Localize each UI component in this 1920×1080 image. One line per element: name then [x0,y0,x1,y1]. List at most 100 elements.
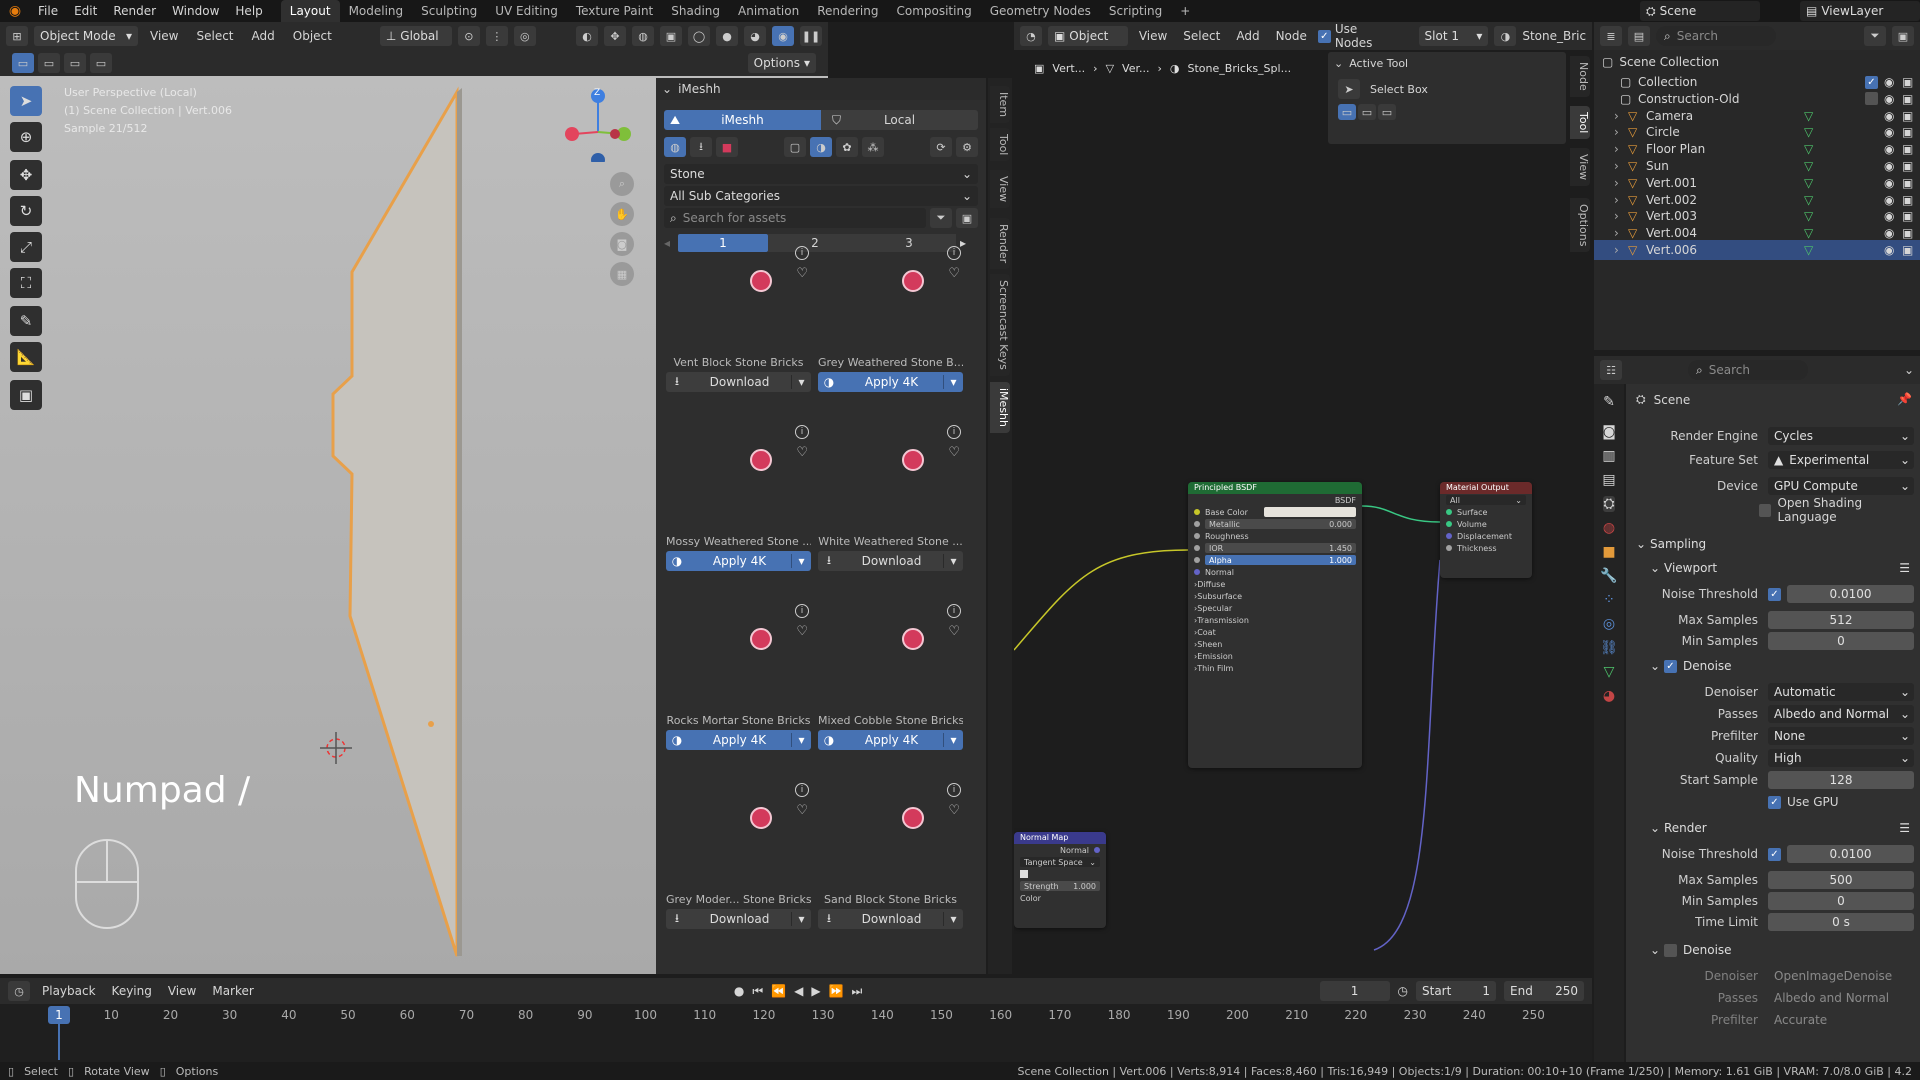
material-filter-icon[interactable]: ◑ [810,137,832,157]
menu-edit[interactable]: Edit [66,0,105,22]
workspace-tab-compositing[interactable]: Compositing [887,0,980,22]
workspace-tab-scripting[interactable]: Scripting [1100,0,1171,22]
socket-icon[interactable] [1194,569,1200,575]
expand-chevron-icon[interactable]: › [1614,142,1628,156]
material-output-header[interactable]: Material Output [1440,482,1532,494]
vp-start-sample-field[interactable]: 128 [1768,771,1914,789]
outliner-row[interactable]: › ▽ Vert.006 ▽ ◉ ▣ [1594,240,1920,260]
workspace-tab-texture-paint[interactable]: Texture Paint [567,0,662,22]
node-menu-add[interactable]: Add [1231,29,1264,43]
r-denoise-checkbox[interactable] [1664,943,1677,957]
transform-orientation-dropdown[interactable]: ⊥ Global [379,26,452,46]
chevron-down-icon[interactable]: ▾ [791,912,811,926]
material-color-icon[interactable]: ■ [716,137,738,157]
vp-min-samples-field[interactable]: 0 [1768,632,1914,650]
eye-icon[interactable]: ◉ [1884,193,1902,207]
workspace-tab-modeling[interactable]: Modeling [340,0,413,22]
material-output-node[interactable]: Material Output All ⌄ Surface Volume Disp… [1440,482,1532,578]
gizmo-toggle-icon[interactable]: ✥ [604,26,626,46]
camera-render-icon[interactable]: ▣ [1902,176,1920,190]
vp-menu-select[interactable]: Select [190,29,239,43]
data-props-icon[interactable]: ▽ [1604,664,1615,680]
node-editor-type-icon[interactable]: ◔ [1020,26,1042,46]
vp-noise-field[interactable]: 0.0100 [1787,585,1914,603]
tangent-space-dropdown[interactable]: Tangent Space ⌄ [1020,857,1100,867]
ior-field[interactable]: IOR 1.450 [1205,543,1356,553]
add-cube-tool-icon[interactable]: ▣ [10,380,42,410]
scene-selector[interactable]: ⛭ Scene [1640,1,1760,21]
osl-checkbox[interactable] [1759,503,1772,517]
download-button[interactable]: ⭳ Download ▾ [818,551,963,571]
physics-props-icon[interactable]: ◎ [1603,616,1615,632]
sampling-section[interactable]: ⌄ Sampling [1636,534,1902,554]
uv-map-icon[interactable] [1020,870,1028,878]
filter-funnel-icon[interactable]: ⏷ [930,208,952,228]
eye-icon[interactable]: ◉ [1884,209,1902,223]
info-icon[interactable]: i [795,783,809,797]
render-subsection[interactable]: ⌄ Render ☰ [1650,818,1910,838]
pin-icon[interactable]: 📌 [1897,392,1912,406]
clock-icon[interactable]: ◷ [1398,984,1408,998]
viewport-subsection[interactable]: ⌄ Viewport ☰ [1650,558,1910,578]
side-tab-view[interactable]: View [990,170,1010,209]
normal-map-header[interactable]: Normal Map [1014,832,1106,844]
vp-passes-dropdown[interactable]: Albedo and Normal ⌄ [1768,705,1914,723]
chevron-down-icon[interactable]: ▾ [943,912,963,926]
vp-denoise-checkbox[interactable]: ✓ [1664,659,1677,673]
presets-list-icon[interactable]: ☰ [1899,821,1910,835]
output-target-dropdown[interactable]: All ⌄ [1446,495,1526,505]
mode-dropdown[interactable]: Object Mode ▾ [34,26,138,46]
annotate-tool-icon[interactable]: ✎ [10,306,42,336]
play-icon[interactable]: ▶ [811,984,820,998]
proportional-edit-icon[interactable]: ◎ [513,26,536,46]
apply-button[interactable]: ◑ Apply 4K ▾ [818,372,963,392]
favorite-heart-icon[interactable]: ♡ [796,624,808,639]
r-passes-dropdown[interactable]: Albedo and Normal [1768,989,1914,1007]
pivot-icon[interactable]: ⊙ [457,26,480,46]
hdri-filter-icon[interactable]: ✿ [836,137,858,157]
camera-render-icon[interactable]: ▣ [1902,109,1920,123]
info-icon[interactable]: i [947,783,961,797]
timeline-menu-keying[interactable]: Keying [108,984,156,998]
editor-type-icon[interactable]: ⊞ [6,26,28,46]
download-icon[interactable]: ⭳ [690,137,712,157]
current-frame-field[interactable]: 1 [1319,981,1390,1001]
socket-icon[interactable] [1194,545,1200,551]
download-button[interactable]: ⭳ Download ▾ [818,909,963,929]
asset-search-input[interactable]: ⌕ Search for assets [664,208,926,228]
asset-card[interactable]: i ♡ Vent Block Stone Bricks ⭳ Download ▾ [666,246,811,422]
use-gpu-checkbox[interactable]: ✓ [1768,795,1781,809]
chevron-down-icon[interactable]: ▾ [791,733,811,747]
transform-tool-icon[interactable]: ⛶ [10,268,42,298]
chevron-down-icon[interactable]: ▾ [943,554,963,568]
r-noise-field[interactable]: 0.0100 [1787,845,1914,863]
cursor-tool-icon[interactable]: ⊕ [10,122,42,152]
favorite-heart-icon[interactable]: ♡ [948,445,960,460]
scale-tool-icon[interactable]: ⤢ [10,232,42,262]
eye-icon[interactable]: ◉ [1884,92,1902,106]
principled-bsdf-node[interactable]: Principled BSDF BSDF Base Color Metallic… [1188,482,1362,768]
exclude-checkbox[interactable] [1865,92,1878,106]
material-sphere-icon[interactable]: ◑ [1494,26,1517,46]
bsdf-node-header[interactable]: Principled BSDF [1188,482,1362,494]
r-prefilter-dropdown[interactable]: Accurate [1768,1011,1914,1029]
info-icon[interactable]: i [795,604,809,618]
collapse-chevron-icon[interactable]: ⌄ [662,82,672,96]
vp-denoiser-dropdown[interactable]: Automatic ⌄ [1768,683,1914,701]
measure-tool-icon[interactable]: 📐 [10,342,42,372]
socket-icon[interactable] [1194,509,1200,515]
expand-chevron-icon[interactable]: › [1614,125,1628,139]
timeline-editor-type-icon[interactable]: ◷ [8,981,30,1001]
play-reverse-icon[interactable]: ◀ [794,984,803,998]
filter-funnel-icon[interactable]: ⏷ [1864,26,1886,46]
socket-icon[interactable] [1194,533,1200,539]
device-dropdown[interactable]: GPU Compute ⌄ [1768,477,1914,495]
snap-icon[interactable]: ⋮ [485,26,508,46]
scene-props-icon[interactable]: ⛭ [1603,496,1615,512]
vp-menu-object[interactable]: Object [287,29,338,43]
side-tab-tool[interactable]: Tool [990,128,1010,162]
socket-icon[interactable] [1446,509,1452,515]
rendered-shading-icon[interactable]: ◉ [772,26,794,46]
node-menu-select[interactable]: Select [1178,29,1225,43]
select-mode-new-icon[interactable]: ▭ [12,53,34,73]
